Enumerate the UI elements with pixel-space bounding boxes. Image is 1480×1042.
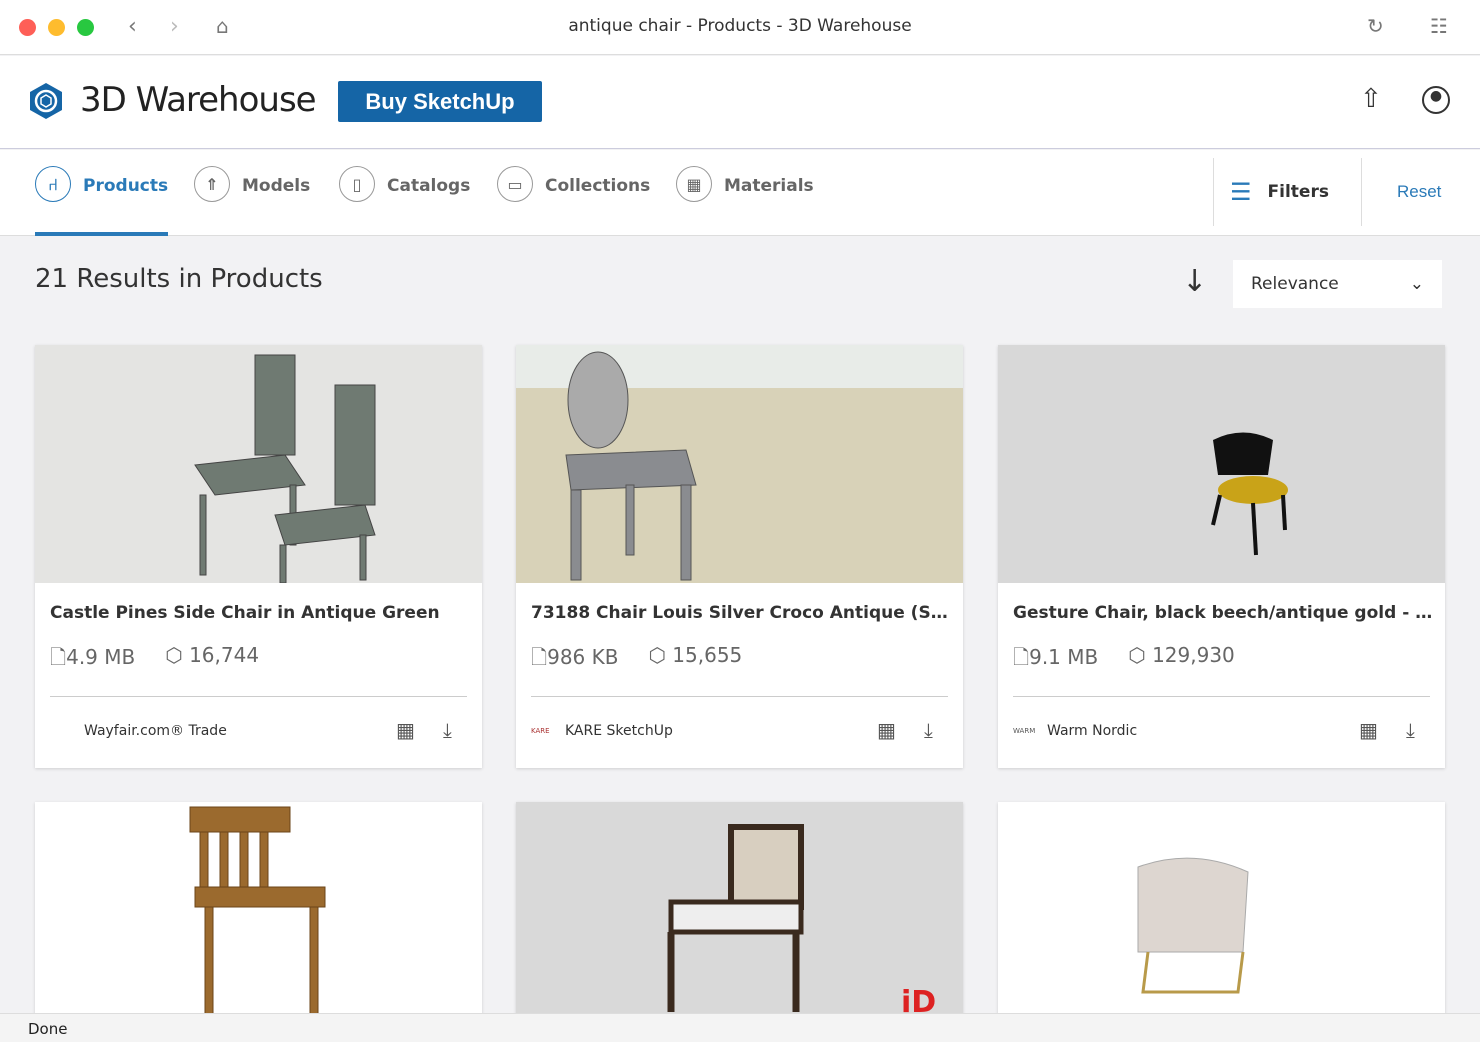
download-icon[interactable]: ⤓: [924, 718, 933, 742]
product-thumbnail[interactable]: [998, 345, 1445, 583]
upload-icon[interactable]: ⇧: [1360, 84, 1382, 114]
chair-image: [189, 806, 326, 1018]
divider: [1013, 696, 1430, 697]
chair-image: [565, 351, 697, 581]
sort-direction-icon[interactable]: ↓: [1182, 264, 1207, 299]
product-thumbnail[interactable]: iD: [516, 802, 963, 1040]
polygon-icon: ⬡: [648, 643, 673, 667]
tab-products[interactable]: ⑁ Products: [35, 166, 169, 236]
account-icon[interactable]: ●: [1422, 86, 1450, 114]
download-icon[interactable]: ⤓: [443, 718, 452, 742]
polygon-count: ⬡ 16,744: [165, 643, 260, 667]
file-size: 🗋9.1 MB: [1013, 645, 1099, 669]
sort-select[interactable]: Relevance ⌄: [1233, 260, 1442, 308]
product-thumbnail[interactable]: [998, 802, 1445, 1040]
product-card[interactable]: Gesture Chair, black beech/antique gold …: [998, 345, 1445, 768]
materials-icon[interactable]: ▦: [1359, 718, 1378, 742]
file-icon: 🗋: [50, 645, 67, 669]
divider: [50, 696, 467, 697]
catalog-icon: ▯: [339, 166, 375, 202]
materials-icon: ▦: [676, 166, 712, 202]
tab-models[interactable]: ⇑ Models: [194, 166, 310, 236]
polygon-count: ⬡ 129,930: [1128, 643, 1235, 667]
settings-icon[interactable]: ☷: [1430, 14, 1448, 38]
category-tabs: ⑁ Products ⇑ Models ▯ Catalogs ▭ Collections…: [0, 150, 1480, 236]
buy-sketchup-button[interactable]: Buy SketchUp: [338, 81, 542, 122]
collection-icon: ▭: [497, 166, 533, 202]
author-logo: WARM: [1013, 727, 1036, 735]
author-logo: KARE: [531, 727, 550, 735]
sliders-icon: ☰: [1230, 178, 1252, 206]
materials-icon[interactable]: ▦: [396, 718, 415, 742]
chair-image: iD: [667, 824, 936, 1020]
filters-button[interactable]: ☰ Filters: [1213, 158, 1362, 226]
file-size: 🗋4.9 MB: [50, 645, 136, 669]
product-thumbnail[interactable]: [516, 345, 963, 583]
logo-text[interactable]: 3D Warehouse: [80, 80, 317, 120]
logo-icon[interactable]: [28, 81, 64, 121]
site-header: 3D Warehouse Buy SketchUp ⇧ ●: [0, 56, 1480, 149]
product-card[interactable]: 73188 Chair Louis Silver Croco Antique (…: [516, 345, 963, 768]
author-link[interactable]: KARE KARE SketchUp: [531, 723, 673, 739]
window-title: antique chair - Products - 3D Warehouse: [568, 16, 912, 36]
chair-image: [194, 354, 376, 583]
polygon-count: ⬡ 15,655: [648, 643, 743, 667]
product-title[interactable]: Castle Pines Side Chair in Antique Green: [50, 603, 470, 623]
tab-collections[interactable]: ▭ Collections: [497, 166, 650, 236]
product-card[interactable]: Castle Pines Side Chair in Antique Green…: [35, 345, 482, 768]
status-bar: Done: [0, 1013, 1480, 1042]
file-icon: 🗋: [1013, 645, 1030, 669]
polygon-icon: ⬡: [165, 643, 190, 667]
chair-image: [1137, 857, 1249, 994]
product-title[interactable]: Gesture Chair, black beech/antique gold …: [1013, 603, 1433, 623]
download-icon[interactable]: ⤓: [1406, 718, 1415, 742]
materials-icon[interactable]: ▦: [877, 718, 896, 742]
product-title[interactable]: 73188 Chair Louis Silver Croco Antique (…: [531, 603, 951, 623]
product-card[interactable]: [35, 802, 482, 1040]
product-card[interactable]: iD: [516, 802, 963, 1040]
chair-image: [1211, 432, 1288, 556]
file-icon: 🗋: [531, 645, 548, 669]
title-bar: ‹ › ⌂ antique chair - Products - 3D Ware…: [0, 0, 1480, 55]
tab-materials[interactable]: ▦ Materials: [676, 166, 814, 236]
results-heading: 21 Results in Products: [35, 264, 323, 294]
rocket-icon: ⇑: [194, 166, 230, 202]
reload-icon[interactable]: ↻: [1367, 14, 1384, 38]
author-link[interactable]: WARM Warm Nordic: [1013, 723, 1137, 739]
divider: [531, 696, 948, 697]
author-link[interactable]: Wayfair.com® Trade: [50, 723, 227, 739]
reset-button[interactable]: Reset: [1397, 182, 1441, 202]
product-card[interactable]: [998, 802, 1445, 1040]
tab-catalogs[interactable]: ▯ Catalogs: [339, 166, 470, 236]
product-thumbnail[interactable]: [35, 802, 482, 1040]
chevron-down-icon: ⌄: [1409, 274, 1424, 294]
polygon-icon: ⬡: [1128, 643, 1153, 667]
chair-icon: ⑁: [35, 166, 71, 202]
file-size: 🗋986 KB: [531, 645, 619, 669]
product-thumbnail[interactable]: [35, 345, 482, 583]
